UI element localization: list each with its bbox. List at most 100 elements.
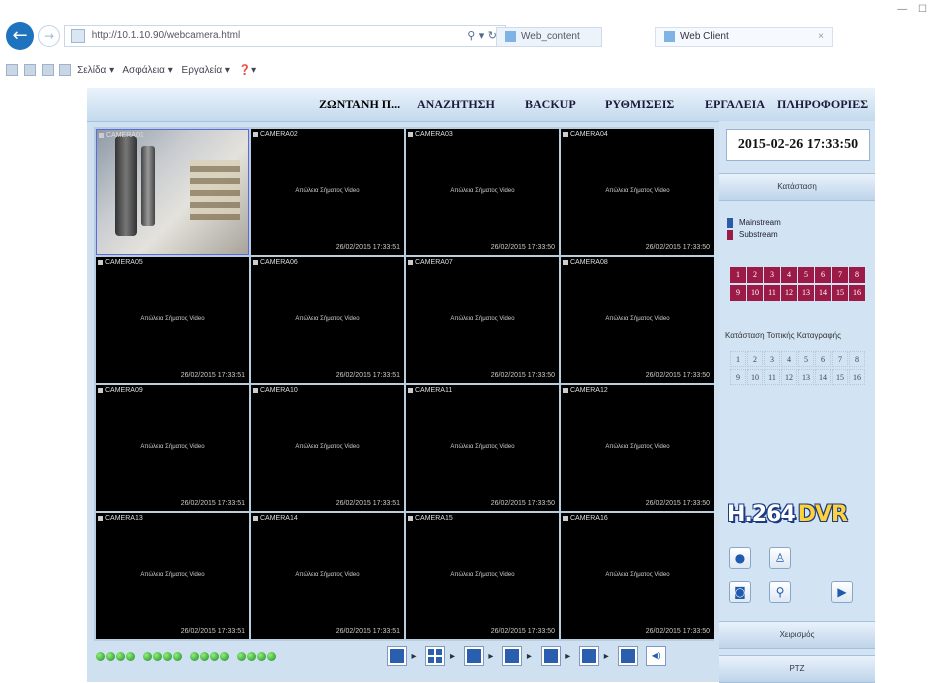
channel-button[interactable]: 15 bbox=[832, 285, 848, 301]
camera-label: CAMERA08 bbox=[563, 259, 608, 267]
tab-close-icon[interactable]: × bbox=[818, 28, 824, 46]
layout-1-icon[interactable] bbox=[387, 646, 407, 666]
legend-substream: Substream bbox=[727, 229, 781, 241]
camera-tile[interactable]: CAMERA01 bbox=[96, 129, 249, 255]
camera-label: CAMERA13 bbox=[98, 515, 143, 523]
layout-switcher: ▸ ▸ ▸ ▸ ▸ ▸ ◀) bbox=[387, 646, 667, 670]
mail-icon[interactable] bbox=[41, 64, 54, 76]
camera-tile[interactable]: CAMERA12 Απώλεια Σήματος Video 26/02/2015 … bbox=[561, 385, 714, 511]
cmd-help[interactable]: ❓▾ bbox=[239, 65, 256, 76]
channel-button[interactable]: 8 bbox=[849, 267, 865, 283]
channel-button[interactable]: 16 bbox=[849, 285, 865, 301]
camera-tile[interactable]: CAMERA06 Απώλεια Σήματος Video 26/02/2015 … bbox=[251, 257, 404, 383]
window-controls[interactable]: — ☐ bbox=[897, 4, 931, 15]
camera-tile[interactable]: CAMERA14 Απώλεια Σήματος Video 26/02/2015 … bbox=[251, 513, 404, 639]
cmd-page[interactable]: Σελίδα ▾ bbox=[77, 65, 114, 76]
record-channel: 10 bbox=[747, 369, 763, 385]
home-icon[interactable] bbox=[6, 64, 18, 76]
channel-button[interactable]: 13 bbox=[798, 285, 814, 301]
address-bar[interactable]: http://10.1.10.90/webcamera.html ⚲ ▾ ↻ bbox=[64, 25, 506, 47]
channel-status-dot bbox=[257, 652, 266, 661]
layout-separator-icon: ▸ bbox=[449, 650, 455, 662]
camera-tile[interactable]: CAMERA05 Απώλεια Σήματος Video 26/02/2015 … bbox=[96, 257, 249, 383]
layout-6-icon[interactable] bbox=[463, 646, 484, 666]
channel-button[interactable]: 9 bbox=[730, 285, 746, 301]
browser-tab-web-content[interactable]: Web_content bbox=[496, 27, 602, 47]
print-icon[interactable] bbox=[59, 64, 72, 76]
cmd-safety[interactable]: Ασφάλεια ▾ bbox=[122, 65, 172, 76]
channel-button[interactable]: 4 bbox=[781, 267, 797, 283]
main-nav: ΖΩΝΤΑΝΗ Π... ΑΝΑΖΗΤΗΣΗ BACKUP ΡΥΘΜΙΣΕΙΣ … bbox=[87, 88, 875, 122]
camera-tile[interactable]: CAMERA10 Απώλεια Σήματος Video 26/02/2015 … bbox=[251, 385, 404, 511]
grid-toolbar: ▸ ▸ ▸ ▸ ▸ ▸ ◀) bbox=[87, 643, 715, 673]
snapshot-icon[interactable]: ◙ bbox=[729, 581, 751, 603]
back-button[interactable]: ← bbox=[6, 22, 34, 50]
tab-tools[interactable]: ΕΡΓΑΛΕΙΑ bbox=[705, 88, 765, 121]
camera-timestamp: 26/02/2015 17:33:50 bbox=[490, 628, 555, 635]
record-channel: 12 bbox=[781, 369, 797, 385]
channel-button[interactable]: 6 bbox=[815, 267, 831, 283]
rec-icon[interactable]: ● bbox=[729, 547, 751, 569]
control-button[interactable]: Χειρισμός bbox=[719, 621, 875, 649]
audio-icon[interactable]: ◀) bbox=[646, 646, 667, 666]
camera-tile[interactable]: CAMERA11 Απώλεια Σήματος Video 26/02/2015 … bbox=[406, 385, 559, 511]
channel-status-dot bbox=[153, 652, 162, 661]
tab-favicon bbox=[664, 30, 675, 42]
video-loss-text: Απώλεια Σήματος Video bbox=[140, 316, 205, 322]
forward-button[interactable]: → bbox=[38, 25, 60, 47]
status-button[interactable]: Κατάσταση bbox=[719, 173, 875, 201]
tab-settings[interactable]: ΡΥΘΜΙΣΕΙΣ bbox=[605, 88, 674, 121]
camera-tile[interactable]: CAMERA07 Απώλεια Σήματος Video 26/02/2015 … bbox=[406, 257, 559, 383]
search-icon[interactable]: ⚲ bbox=[769, 581, 791, 603]
play-icon[interactable]: ▶ bbox=[831, 581, 853, 603]
channel-button[interactable]: 12 bbox=[781, 285, 797, 301]
camera-tile[interactable]: CAMERA02 Απώλεια Σήματος Video 26/02/2015 … bbox=[251, 129, 404, 255]
layout-fill bbox=[466, 649, 481, 663]
channel-status-dot bbox=[200, 652, 209, 661]
record-channel: 7 bbox=[832, 351, 848, 367]
tab-information[interactable]: ΠΛΗΡΟΦΟΡΙΕΣ bbox=[777, 88, 868, 121]
camera-tile[interactable]: CAMERA16 Απώλεια Σήματος Video 26/02/2015 … bbox=[561, 513, 714, 639]
tab-search[interactable]: ΑΝΑΖΗΤΗΣΗ bbox=[417, 88, 495, 121]
channel-button[interactable]: 7 bbox=[832, 267, 848, 283]
video-loss-text: Απώλεια Σήματος Video bbox=[140, 444, 205, 450]
stop-rec-icon[interactable]: ♙ bbox=[769, 547, 791, 569]
camera-tile[interactable]: CAMERA13 Απώλεια Σήματος Video 26/02/2015 … bbox=[96, 513, 249, 639]
channel-buttons: 1 2 3 4 5 6 7 89 10 11 12 13 14 15 16 bbox=[730, 267, 866, 303]
channel-button[interactable]: 5 bbox=[798, 267, 814, 283]
layout-16-icon[interactable] bbox=[617, 646, 638, 666]
ptz-button[interactable]: PTZ bbox=[719, 655, 875, 683]
channel-button[interactable]: 10 bbox=[747, 285, 763, 301]
record-channel: 14 bbox=[815, 369, 831, 385]
browser-tab-web-client[interactable]: Web Client × bbox=[655, 27, 833, 47]
channel-button[interactable]: 1 bbox=[730, 267, 746, 283]
channel-button[interactable]: 14 bbox=[815, 285, 831, 301]
record-channel: 5 bbox=[798, 351, 814, 367]
video-loss-text: Απώλεια Σήματος Video bbox=[450, 316, 515, 322]
camera-label: CAMERA05 bbox=[98, 259, 143, 267]
channel-status-dot bbox=[126, 652, 135, 661]
layout-separator-icon: ▸ bbox=[565, 650, 571, 662]
camera-tile[interactable]: CAMERA03 Απώλεια Σήματος Video 26/02/2015 … bbox=[406, 129, 559, 255]
layout-13-icon[interactable] bbox=[579, 646, 600, 666]
channel-button[interactable]: 2 bbox=[747, 267, 763, 283]
channel-status-dot bbox=[190, 652, 199, 661]
record-channel: 9 bbox=[730, 369, 746, 385]
tab-backup[interactable]: BACKUP bbox=[525, 88, 576, 121]
address-controls[interactable]: ⚲ ▾ ↻ bbox=[467, 26, 497, 46]
camera-label: CAMERA12 bbox=[563, 387, 608, 395]
cmd-tools[interactable]: Εργαλεία ▾ bbox=[182, 65, 230, 76]
layout-8-icon[interactable] bbox=[502, 646, 523, 666]
camera-tile[interactable]: CAMERA09 Απώλεια Σήματος Video 26/02/2015 … bbox=[96, 385, 249, 511]
layout-4-icon[interactable] bbox=[425, 646, 446, 666]
tab-live-view[interactable]: ΖΩΝΤΑΝΗ Π... bbox=[319, 88, 400, 121]
camera-timestamp: 26/02/2015 17:33:50 bbox=[645, 244, 710, 251]
tab-favicon bbox=[505, 30, 516, 42]
channel-button[interactable]: 11 bbox=[764, 285, 780, 301]
camera-tile[interactable]: CAMERA04 Απώλεια Σήματος Video 26/02/2015 … bbox=[561, 129, 714, 255]
camera-tile[interactable]: CAMERA15 Απώλεια Σήματος Video 26/02/2015 … bbox=[406, 513, 559, 639]
channel-button[interactable]: 3 bbox=[764, 267, 780, 283]
feeds-icon[interactable] bbox=[23, 64, 36, 76]
layout-9-icon[interactable] bbox=[540, 646, 561, 666]
camera-tile[interactable]: CAMERA08 Απώλεια Σήματος Video 26/02/2015 … bbox=[561, 257, 714, 383]
